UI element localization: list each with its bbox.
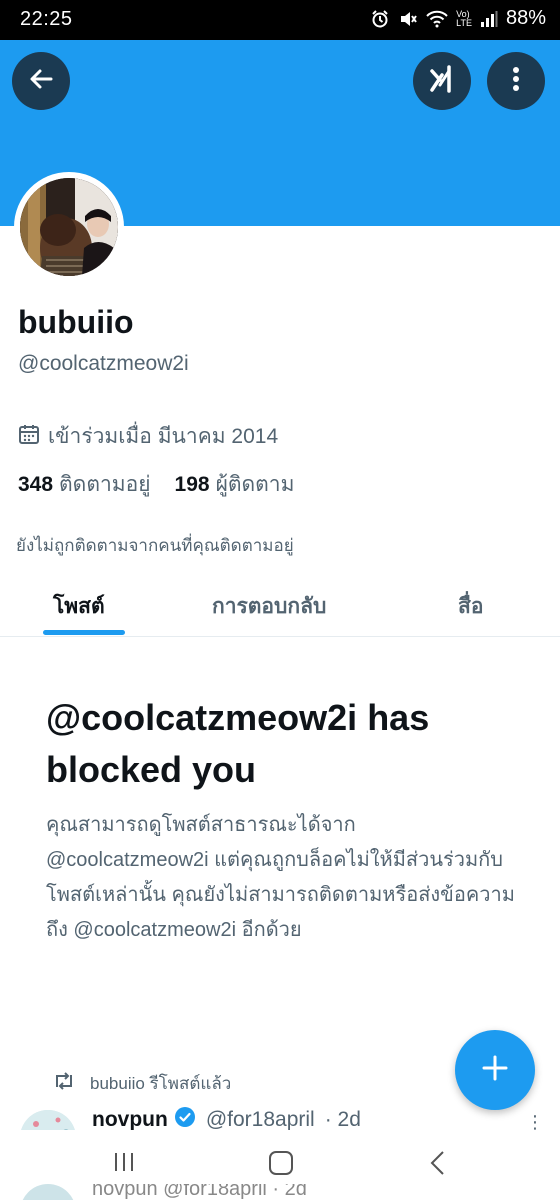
back-nav-icon[interactable] [428, 1150, 448, 1181]
arrow-left-icon [27, 65, 55, 98]
blocked-title: @coolcatzmeow2i has blocked you [46, 697, 430, 790]
repost-label: bubuiio รีโพสต์แล้ว [90, 1074, 232, 1093]
profile-avatar[interactable] [14, 172, 124, 282]
tab-posts[interactable]: โพสต์ [53, 590, 105, 623]
followers-link[interactable]: 198 ผู้ติดตาม [175, 468, 295, 501]
tab-replies[interactable]: การตอบกลับ [212, 590, 326, 623]
peek-avatar [20, 1184, 76, 1200]
tweet-author-name[interactable]: novpun [92, 1108, 168, 1132]
tab-media[interactable]: สื่อ [458, 590, 483, 623]
profile-tabs: โพสต์ การตอบกลับ สื่อ [0, 570, 560, 637]
calendar-icon [18, 423, 40, 451]
grok-button[interactable] [413, 52, 471, 110]
active-tab-indicator [43, 630, 125, 635]
signal-icon [480, 10, 498, 28]
peek-row: novpun @for18april · 2d [0, 1184, 560, 1200]
battery-level: 88% [505, 7, 546, 29]
joined-text: เข้าร่วมเมื่อ มีนาคม 2014 [48, 425, 279, 448]
repost-icon [52, 1071, 76, 1096]
following-link[interactable]: 348 ติดตามอยู่ [18, 468, 151, 501]
tweet-author-handle[interactable]: @for18april [206, 1108, 315, 1132]
tweet-time: · 2d [324, 1108, 361, 1131]
compose-button[interactable] [455, 1030, 535, 1110]
more-options-button[interactable] [487, 52, 545, 110]
repost-indicator: bubuiio รีโพสต์แล้ว [52, 1070, 231, 1097]
status-bar: 22:25 Vo) LTE 88% [0, 0, 560, 40]
home-icon[interactable] [268, 1150, 294, 1181]
blocked-description: คุณสามารถดูโพสต์สาธารณะได้จาก @coolcatzm… [46, 814, 515, 941]
following-count: 348 [18, 473, 54, 496]
joined-date: เข้าร่วมเมื่อ มีนาคม 2014 [18, 420, 278, 453]
display-name: bubuiio [18, 304, 134, 340]
volte-icon: Vo) LTE [456, 9, 472, 28]
grok-icon [426, 63, 458, 100]
back-button[interactable] [12, 52, 70, 110]
following-label: ติดตามอยู่ [59, 473, 151, 496]
volte-label-bottom: LTE [456, 17, 472, 28]
not-followed-note: ยังไม่ถูกติดตามจากคนที่คุณติดตามอยู่ [16, 536, 294, 555]
followers-count: 198 [174, 473, 210, 496]
mute-icon [398, 9, 418, 29]
alarm-icon [370, 9, 390, 29]
recent-apps-icon[interactable] [112, 1150, 136, 1179]
peek-text: novpun @for18april · 2d [92, 1184, 307, 1200]
follow-counts: 348 ติดตามอยู่ 198 ผู้ติดตาม [18, 468, 294, 501]
profile-handle: @coolcatzmeow2i [18, 352, 189, 375]
status-time: 22:25 [20, 8, 73, 30]
followers-label: ผู้ติดตาม [215, 473, 295, 496]
wifi-icon [426, 10, 448, 28]
plus-icon [480, 1053, 510, 1088]
more-vertical-icon [511, 65, 521, 98]
status-icons: Vo) LTE 88% [370, 7, 546, 30]
avatar-photo [20, 178, 118, 276]
